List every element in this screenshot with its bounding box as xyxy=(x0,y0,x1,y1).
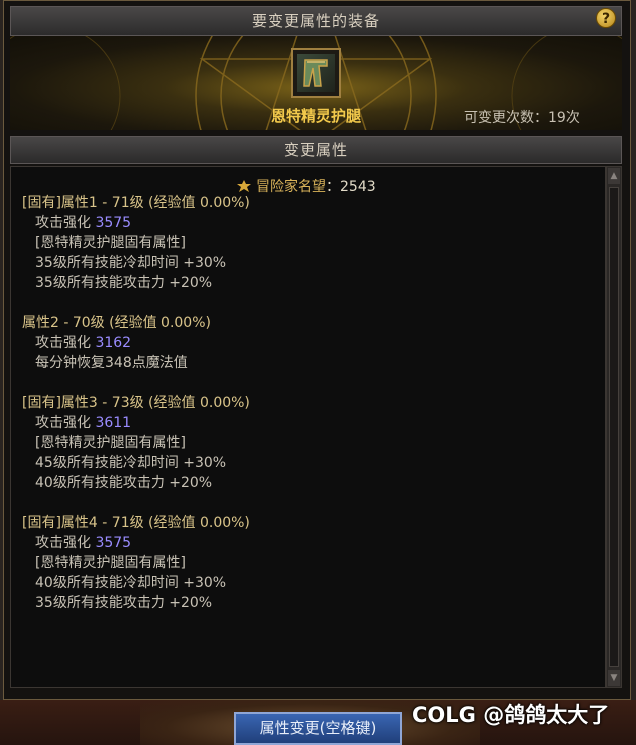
stat-label: 攻击强化 xyxy=(35,535,91,551)
attribute-effect: 35级所有技能攻击力 +20% xyxy=(35,275,213,291)
attribute-stat: 攻击强化 3575 xyxy=(22,213,250,233)
help-icon[interactable]: ? xyxy=(596,8,616,28)
stat-value: 3575 xyxy=(95,215,132,231)
dialog-title-bar: 要变更属性的装备 xyxy=(10,6,622,36)
attribute-effect: 35级所有技能冷却时间 +30% xyxy=(35,255,227,271)
attribute-effect: 每分钟恢复348点魔法值 xyxy=(35,355,188,371)
attribute-effect: 45级所有技能冷却时间 +30% xyxy=(35,455,227,471)
stat-label: 攻击强化 xyxy=(35,215,91,231)
attribute-desc: [恩特精灵护腿固有属性] xyxy=(35,435,186,451)
attribute-stat: 攻击强化 3611 xyxy=(22,413,250,433)
dialog-title: 要变更属性的装备 xyxy=(251,12,380,30)
equipment-name: 恩特精灵护腿 xyxy=(270,107,361,125)
attribute-header: [固有]属性3 - 73级 (经验值 0.00%) xyxy=(22,395,250,411)
attribute-desc: [恩特精灵护腿固有属性] xyxy=(35,235,186,251)
scroll-down-icon[interactable]: ▼ xyxy=(608,670,620,686)
stat-label: 攻击强化 xyxy=(35,335,91,351)
attribute-effect: 40级所有技能冷却时间 +30% xyxy=(35,575,227,591)
stat-value: 3162 xyxy=(95,335,132,351)
scroll-up-icon[interactable]: ▲ xyxy=(608,168,620,184)
stat-value: 3611 xyxy=(95,415,132,431)
attribute-block-1[interactable]: [固有]属性1 - 71级 (经验值 0.00%) 攻击强化 3575 [恩特精… xyxy=(22,193,250,293)
attribute-block-2[interactable]: 属性2 - 70级 (经验值 0.00%) 攻击强化 3162 每分钟恢复348… xyxy=(22,313,211,373)
fame-icon xyxy=(237,180,251,192)
fame-label: 冒险家名望 xyxy=(256,179,326,195)
stat-label: 攻击强化 xyxy=(35,415,91,431)
fame-value: ：2543 xyxy=(326,179,376,195)
attribute-effect: 35级所有技能攻击力 +20% xyxy=(35,595,213,611)
attribute-stat: 攻击强化 3162 xyxy=(22,333,211,353)
change-count: 可变更次数：19次 xyxy=(464,110,580,126)
equipment-slot[interactable] xyxy=(291,48,341,98)
scroll-thumb[interactable] xyxy=(609,187,619,667)
attribute-header: [固有]属性4 - 71级 (经验值 0.00%) xyxy=(22,515,250,531)
section-title-bar: 变更属性 xyxy=(10,136,622,164)
attribute-effect: 40级所有技能攻击力 +20% xyxy=(35,475,213,491)
watermark: COLG @鸽鸽太大了 xyxy=(412,703,610,727)
dialog-frame: 要变更属性的装备 ? 恩特精灵护腿 可变更次数：19次 变更属性 ▲ ▼ 冒险家… xyxy=(0,0,636,745)
attribute-header: [固有]属性1 - 71级 (经验值 0.00%) xyxy=(22,195,250,211)
scrollbar[interactable]: ▲ ▼ xyxy=(606,166,622,688)
attribute-header: 属性2 - 70级 (经验值 0.00%) xyxy=(22,315,211,331)
adventurer-fame: 冒险家名望：2543 xyxy=(236,176,376,196)
attribute-desc: [恩特精灵护腿固有属性] xyxy=(35,555,186,571)
attribute-block-3[interactable]: [固有]属性3 - 73级 (经验值 0.00%) 攻击强化 3611 [恩特精… xyxy=(22,393,250,493)
leg-armor-icon xyxy=(297,54,335,92)
section-title: 变更属性 xyxy=(283,141,348,159)
stat-value: 3575 xyxy=(95,535,132,551)
attribute-block-4[interactable]: [固有]属性4 - 71级 (经验值 0.00%) 攻击强化 3575 [恩特精… xyxy=(22,513,250,613)
change-attribute-button[interactable]: 属性变更(空格键) xyxy=(234,712,402,745)
attribute-stat: 攻击强化 3575 xyxy=(22,533,250,553)
